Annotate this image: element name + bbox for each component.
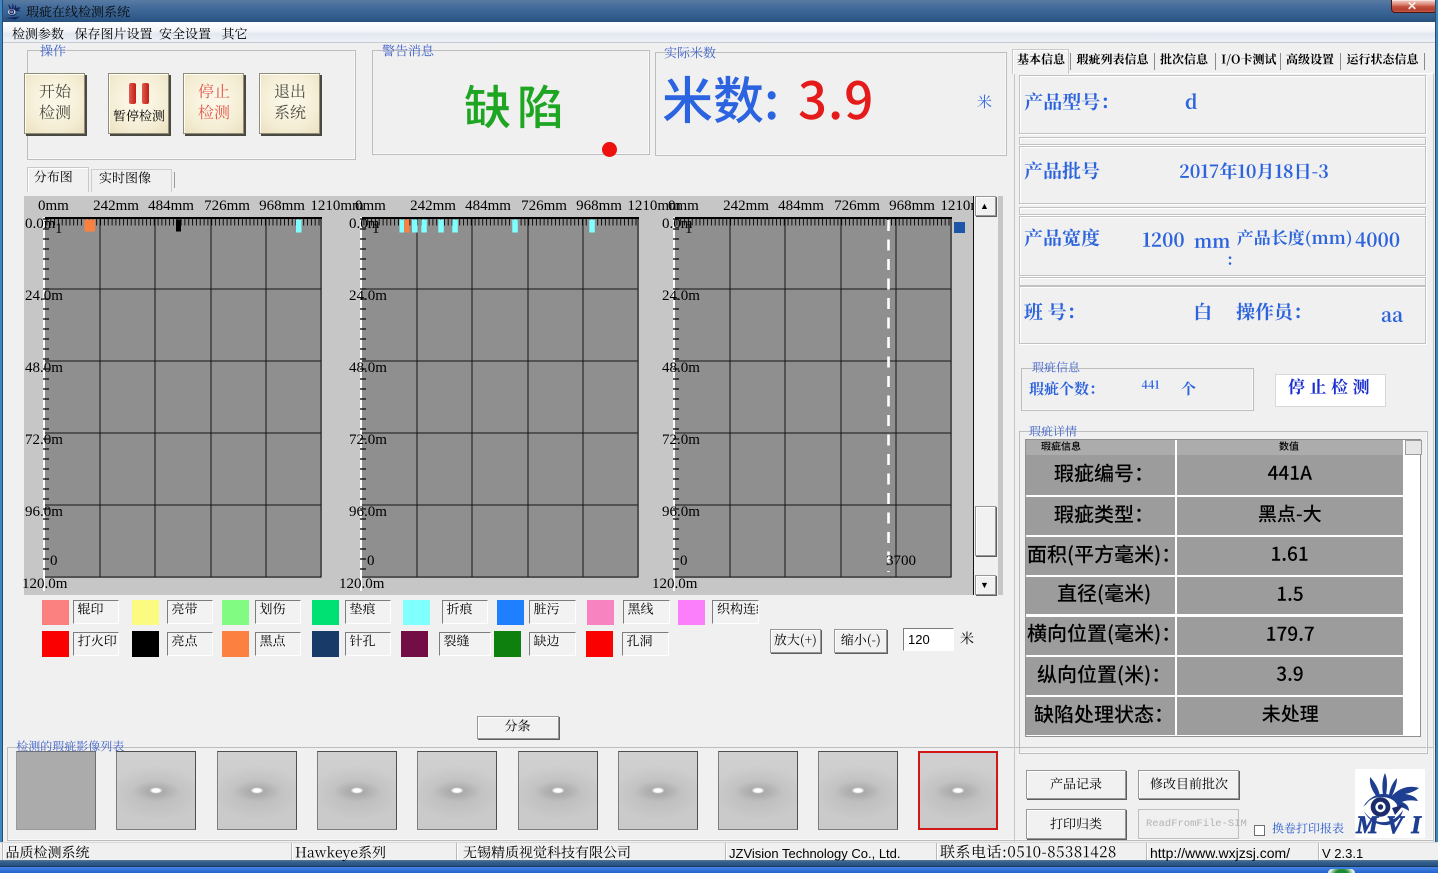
svg-text:MVI: MVI bbox=[1355, 812, 1422, 838]
